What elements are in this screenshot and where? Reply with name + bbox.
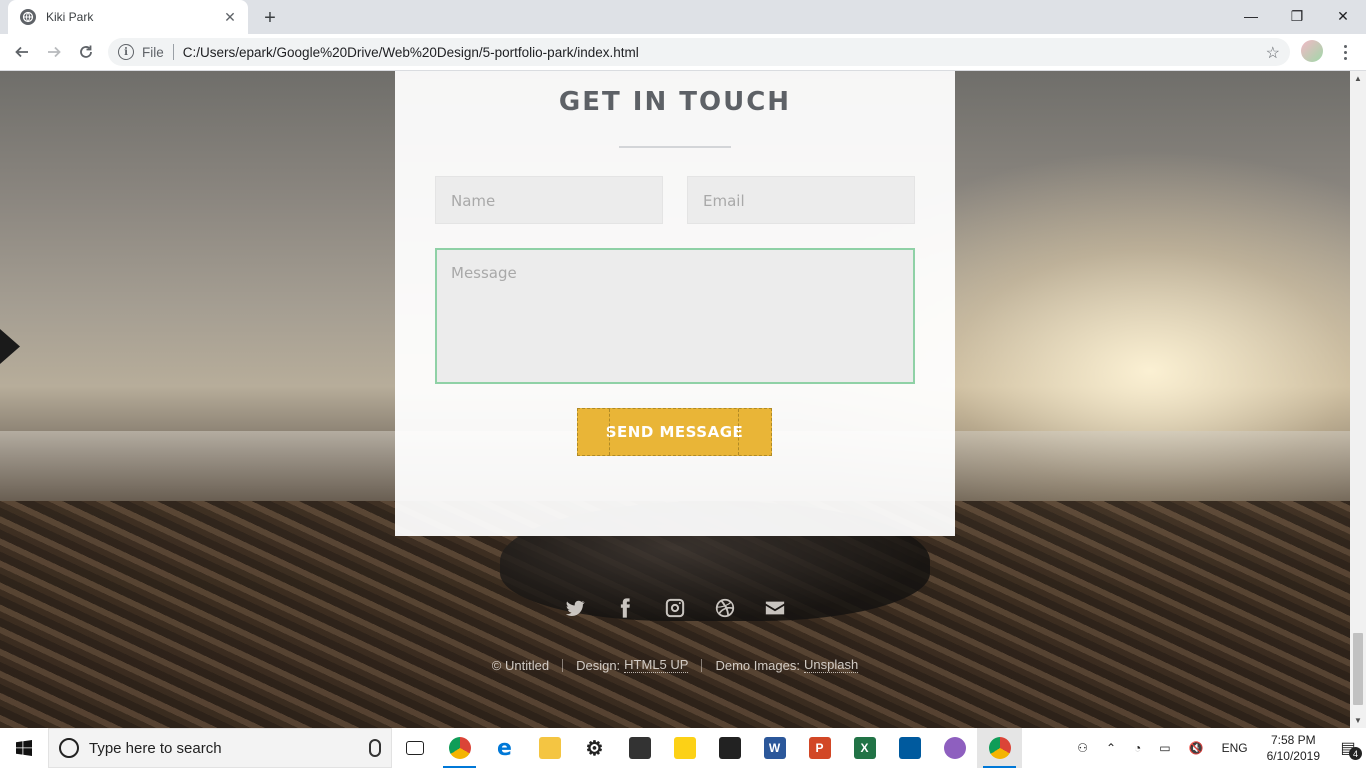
email-input[interactable]: Email xyxy=(687,176,915,224)
settings-gear-icon[interactable]: ⚙ xyxy=(572,728,617,768)
envelope-icon[interactable] xyxy=(762,595,788,621)
system-tray: ⚇ ⌃ ◔ ▭ 🔇 ENG 7:58 PM 6/10/2019 ▤ 4 xyxy=(1068,728,1366,768)
footer-images-prefix: Demo Images: xyxy=(715,657,800,673)
reload-button[interactable] xyxy=(72,38,100,66)
address-bar[interactable]: i File C:/Users/epark/Google%20Drive/Web… xyxy=(108,38,1290,66)
back-button[interactable] xyxy=(8,38,36,66)
globe-icon xyxy=(20,9,36,25)
browser-menu-icon[interactable] xyxy=(1335,38,1355,66)
excel-icon[interactable]: X xyxy=(842,728,887,768)
chrome-window-icon[interactable] xyxy=(977,728,1022,768)
notification-badge: 4 xyxy=(1349,747,1362,760)
word-icon[interactable]: W xyxy=(752,728,797,768)
footer-design-prefix: Design: xyxy=(576,657,621,673)
page-scrollbar[interactable]: ▲ ▼ xyxy=(1350,71,1366,728)
browser-toolbar: i File C:/Users/epark/Google%20Drive/Web… xyxy=(0,34,1366,71)
language-indicator[interactable]: ENG xyxy=(1213,741,1257,755)
app-tile-icon[interactable] xyxy=(887,728,932,768)
windows-taskbar: Type here to search e ⚙ W P X ⚇ ⌃ ◔ ▭ 🔇 … xyxy=(0,728,1366,768)
sticky-notes-icon[interactable] xyxy=(662,728,707,768)
url-text[interactable]: C:/Users/epark/Google%20Drive/Web%20Desi… xyxy=(183,45,639,60)
volume-muted-icon[interactable]: 🔇 xyxy=(1180,741,1213,755)
instagram-icon[interactable] xyxy=(662,595,688,621)
dribbble-icon[interactable] xyxy=(712,595,738,621)
file-explorer-icon[interactable] xyxy=(527,728,572,768)
system-clock[interactable]: 7:58 PM 6/10/2019 xyxy=(1257,732,1330,764)
social-links xyxy=(0,595,1350,621)
facebook-icon[interactable] xyxy=(612,595,638,621)
taskbar-search[interactable]: Type here to search xyxy=(48,728,392,768)
profile-avatar[interactable] xyxy=(1301,40,1323,62)
clock-time: 7:58 PM xyxy=(1270,733,1316,747)
movies-icon[interactable] xyxy=(707,728,752,768)
omnibox-divider xyxy=(172,44,174,60)
close-window-button[interactable]: ✕ xyxy=(1320,0,1366,32)
powerpoint-icon[interactable]: P xyxy=(797,728,842,768)
scroll-down-arrow-icon[interactable]: ▼ xyxy=(1354,716,1362,725)
battery-icon[interactable]: ▭ xyxy=(1150,741,1179,755)
cortana-icon xyxy=(59,738,79,758)
info-icon[interactable]: i xyxy=(118,44,134,60)
task-view-icon[interactable] xyxy=(392,728,437,768)
taskbar-search-placeholder: Type here to search xyxy=(89,739,222,757)
title-divider xyxy=(619,146,731,148)
footer-divider xyxy=(562,658,564,672)
message-textarea[interactable]: Message xyxy=(435,248,915,384)
new-tab-button[interactable]: + xyxy=(258,6,282,30)
restore-button[interactable]: ❐ xyxy=(1274,0,1320,32)
microphone-icon[interactable] xyxy=(369,739,381,757)
browser-tabstrip: Kiki Park ✕ + — ❐ ✕ xyxy=(0,0,1366,34)
tab-kiki-park[interactable]: Kiki Park ✕ xyxy=(8,0,248,34)
arrow-left-icon xyxy=(15,46,28,58)
contact-title: GET IN TOUCH xyxy=(558,87,792,117)
forward-button[interactable] xyxy=(40,38,68,66)
windows-logo-icon xyxy=(16,740,32,756)
send-message-button[interactable]: SEND MESSAGE xyxy=(577,408,772,456)
wifi-icon[interactable]: ◔ xyxy=(1125,741,1150,755)
people-icon[interactable]: ⚇ xyxy=(1068,741,1097,755)
twitter-icon[interactable] xyxy=(562,595,588,621)
scheme-label: File xyxy=(142,44,164,60)
unsplash-link[interactable]: Unsplash xyxy=(804,657,859,673)
minimize-button[interactable]: — xyxy=(1228,0,1274,32)
html5up-link[interactable]: HTML5 UP xyxy=(624,657,689,673)
tab-close-icon[interactable]: ✕ xyxy=(222,9,238,25)
bookmark-star-icon[interactable]: ☆ xyxy=(1266,43,1280,63)
scroll-up-arrow-icon[interactable]: ▲ xyxy=(1354,74,1362,83)
chevron-up-icon[interactable]: ⌃ xyxy=(1097,741,1125,755)
page-footer: © Untitled Design: HTML5 UP Demo Images:… xyxy=(0,657,1350,673)
notification-icon[interactable]: ▤ 4 xyxy=(1330,728,1366,768)
chrome-taskbar-icon[interactable] xyxy=(437,728,482,768)
tab-title: Kiki Park xyxy=(46,10,94,24)
footer-divider xyxy=(701,658,703,672)
edge-icon[interactable]: e xyxy=(482,728,527,768)
name-input[interactable]: Name xyxy=(435,176,663,224)
start-button[interactable] xyxy=(0,728,48,768)
page-viewport: GET IN TOUCH Name Email Message SEND MES… xyxy=(0,71,1350,728)
footer-copyright: © Untitled xyxy=(491,657,550,673)
cat-app-icon[interactable] xyxy=(932,728,977,768)
calculator-icon[interactable] xyxy=(617,728,662,768)
clock-date: 6/10/2019 xyxy=(1266,749,1320,763)
contact-panel: GET IN TOUCH Name Email Message SEND MES… xyxy=(395,71,955,536)
arrow-right-icon xyxy=(48,46,61,58)
reload-icon xyxy=(80,45,92,58)
background-flag xyxy=(0,329,20,364)
scroll-thumb[interactable] xyxy=(1353,633,1363,705)
